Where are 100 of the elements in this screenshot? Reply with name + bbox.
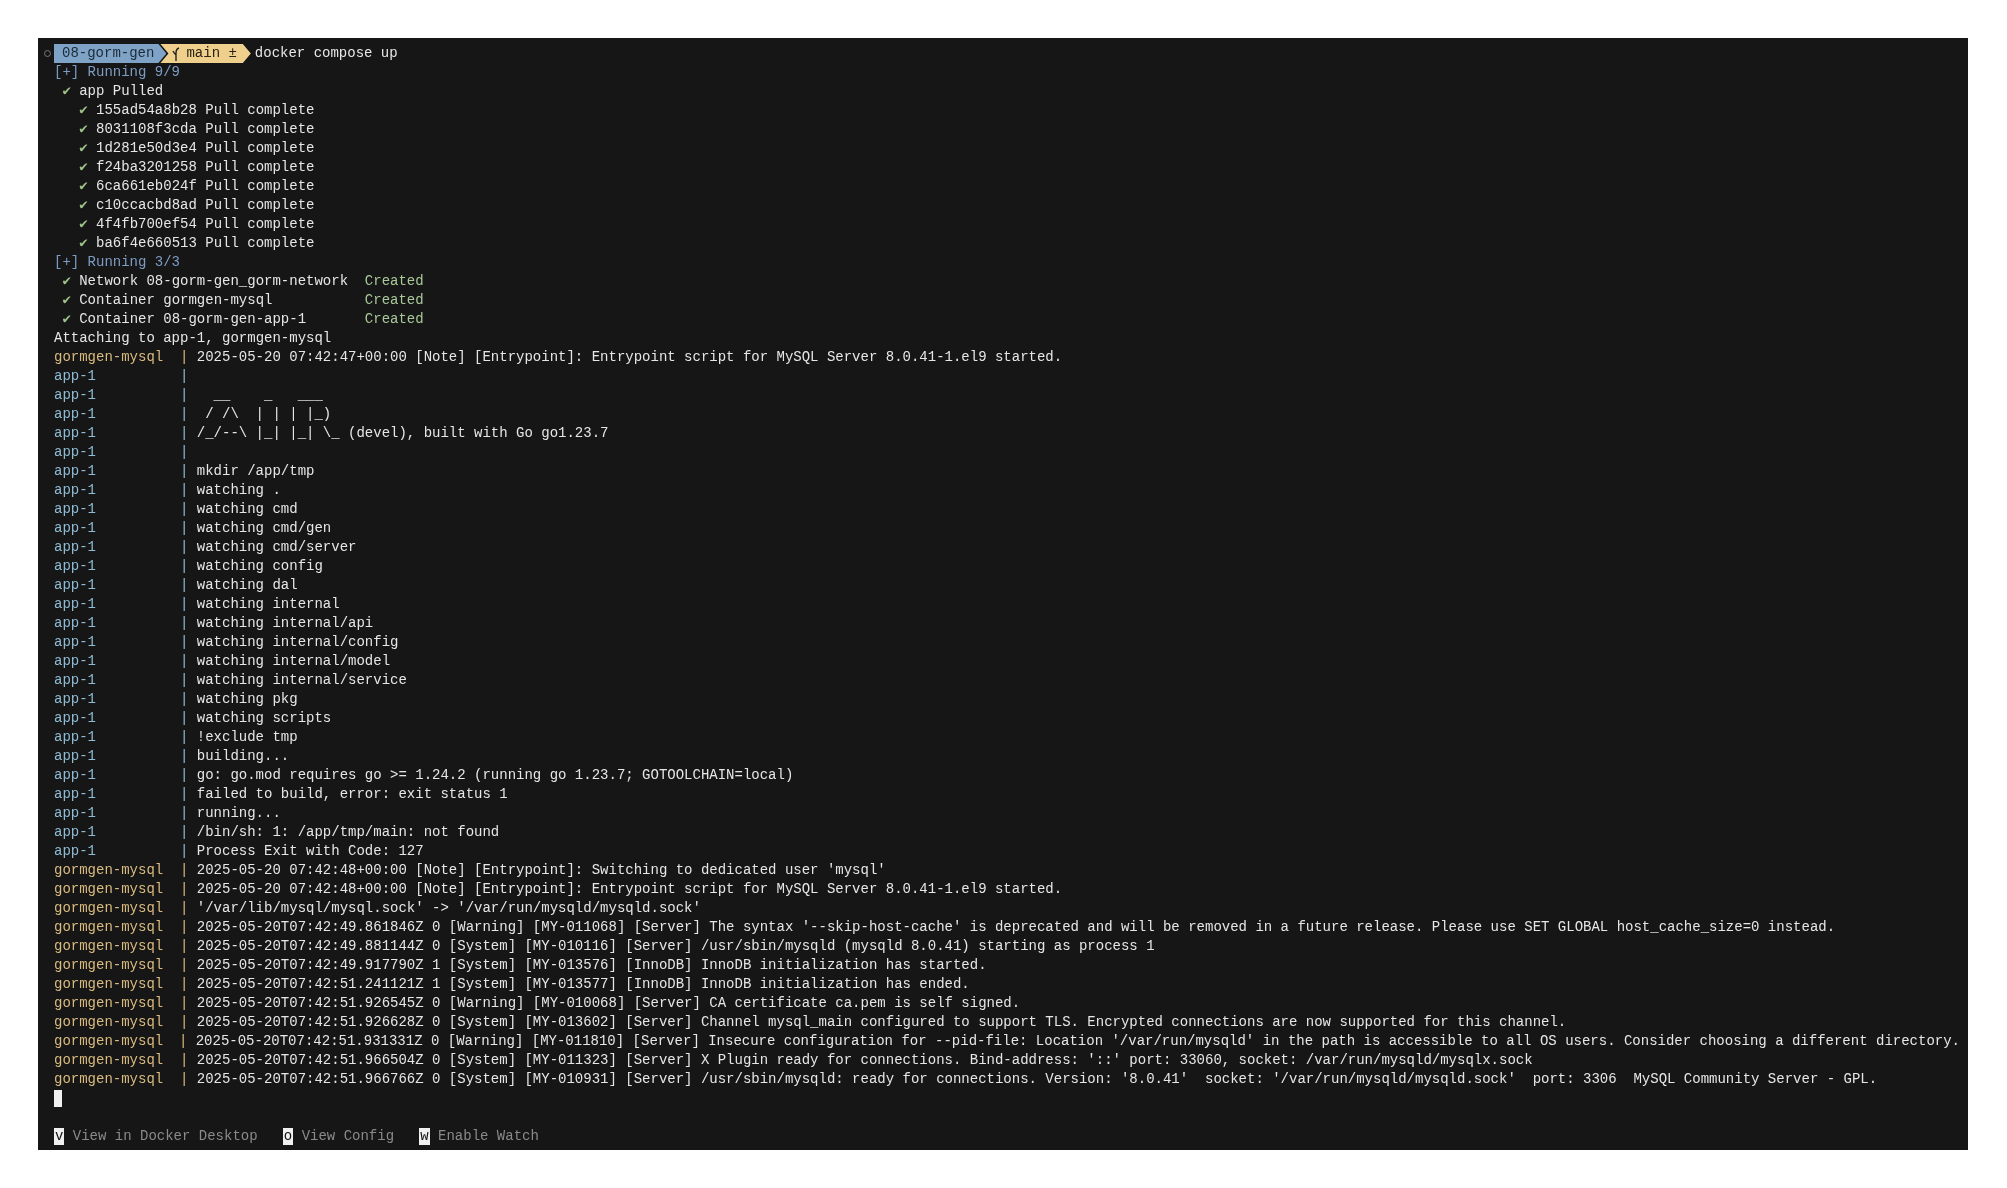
log-message: Process Exit with Code: 127 (196, 842, 424, 861)
progress-text: [+] Running 9/9 (54, 63, 181, 82)
log-message: / /\ | | | |_) (204, 405, 332, 424)
log-message: failed to build, error: exit status 1 (196, 785, 508, 804)
service-label: app-1 (54, 709, 97, 728)
log-separator: | (180, 519, 189, 538)
log-separator: | (180, 424, 189, 443)
log-message: watching config (196, 557, 323, 576)
service-label: gormgen-mysql (54, 348, 165, 367)
status-label: Created (364, 272, 424, 291)
log-message: watching internal/api (196, 614, 374, 633)
check-icon: ✔ (79, 234, 88, 253)
service-label: app-1 (54, 557, 97, 576)
check-icon: ✔ (79, 120, 88, 139)
log-separator: | (180, 956, 189, 975)
log-separator: | (180, 671, 189, 690)
log-separator: | (180, 861, 189, 880)
status-text: Network 08-gorm-gen_gorm-network (79, 272, 350, 291)
shortcut-key: v (54, 1128, 65, 1145)
log-separator: | (180, 1051, 189, 1070)
service-label: gormgen-mysql (54, 1070, 165, 1089)
shortcut-label: View Config (301, 1127, 395, 1146)
service-label: app-1 (54, 500, 97, 519)
service-label: app-1 (54, 595, 97, 614)
log-message: watching cmd/server (196, 538, 357, 557)
service-label: app-1 (54, 785, 97, 804)
service-label: app-1 (54, 652, 97, 671)
service-label: app-1 (54, 386, 97, 405)
check-icon: ✔ (79, 158, 88, 177)
log-message: running... (196, 804, 281, 823)
check-icon: ✔ (62, 82, 71, 101)
log-separator: | (180, 614, 189, 633)
service-label: gormgen-mysql (54, 994, 165, 1013)
log-message: watching pkg (196, 690, 298, 709)
log-separator: | (180, 443, 189, 462)
service-label: app-1 (54, 462, 97, 481)
status-text: Container 08-gorm-gen-app-1 (79, 310, 308, 329)
service-label: app-1 (54, 576, 97, 595)
log-message: 2025-05-20T07:42:51.931331Z 0 [Warning] [MY-011810] [Server] Insecure configuration for --pid-file: Location '/var/run/mysqld' in the path is accessible to all OS users. Consider choosing a different directory. (195, 1032, 1960, 1051)
git-branch-segment: main ± (160, 44, 251, 63)
service-label: gormgen-mysql (54, 861, 165, 880)
check-icon: ✔ (62, 272, 71, 291)
progress-text: [+] Running 3/3 (54, 253, 181, 272)
log-message: '/var/lib/mysql/mysql.sock' -> '/var/run/mysqld/mysqld.sock' (196, 899, 701, 918)
log-message: watching cmd (196, 500, 298, 519)
service-label: app-1 (54, 633, 97, 652)
check-icon: ✔ (79, 101, 88, 120)
prompt-directory: 08-gorm-gen (54, 44, 167, 63)
service-label: gormgen-mysql (54, 956, 165, 975)
service-label: gormgen-mysql (54, 918, 165, 937)
service-label: app-1 (54, 728, 97, 747)
service-label: gormgen-mysql (54, 937, 165, 956)
log-message: watching . (196, 481, 281, 500)
log-separator: | (180, 481, 189, 500)
log-separator: | (180, 557, 189, 576)
service-label: gormgen-mysql (54, 880, 165, 899)
log-message: 2025-05-20 07:42:48+00:00 [Note] [Entrypoint]: Switching to dedicated user 'mysql' (196, 861, 886, 880)
log-message: watching internal/config (196, 633, 399, 652)
log-separator: | (180, 405, 189, 424)
log-message: watching dal (196, 576, 298, 595)
branch-icon (172, 46, 181, 61)
status-text: c10ccacbd8ad Pull complete (96, 196, 315, 215)
log-message: watching internal/service (196, 671, 407, 690)
log-message: !exclude tmp (196, 728, 298, 747)
log-separator: | (180, 462, 189, 481)
service-label: app-1 (54, 538, 97, 557)
log-message: mkdir /app/tmp (196, 462, 315, 481)
service-label: app-1 (54, 405, 97, 424)
log-separator: | (180, 500, 189, 519)
log-separator: | (180, 1070, 189, 1089)
service-label: app-1 (54, 671, 97, 690)
status-text: ba6f4e660513 Pull complete (96, 234, 315, 253)
service-label: app-1 (54, 443, 97, 462)
service-label: app-1 (54, 367, 97, 386)
log-separator: | (180, 576, 189, 595)
log-separator: | (180, 785, 189, 804)
status-text: 4f4fb700ef54 Pull complete (96, 215, 315, 234)
service-label: app-1 (54, 842, 97, 861)
log-message: 2025-05-20T07:42:51.241121Z 1 [System] [MY-013577] [InnoDB] InnoDB initialization has ended. (196, 975, 970, 994)
log-message: 2025-05-20 07:42:48+00:00 [Note] [Entrypoint]: Entrypoint script for MySQL Server 8.0.41-1.el9 started. (196, 880, 1063, 899)
service-label: gormgen-mysql (54, 1032, 165, 1051)
log-separator: | (180, 595, 189, 614)
log-message: building... (196, 747, 290, 766)
log-separator: | (180, 880, 189, 899)
log-separator: | (180, 804, 189, 823)
check-icon: ✔ (79, 215, 88, 234)
log-message: go: go.mod requires go >= 1.24.2 (running go 1.23.7; GOTOOLCHAIN=local) (196, 766, 794, 785)
log-separator: | (180, 709, 189, 728)
status-text: 1d281e50d3e4 Pull complete (96, 139, 315, 158)
service-label: app-1 (54, 804, 97, 823)
status-text: f24ba3201258 Pull complete (96, 158, 315, 177)
command-text: docker compose up (254, 44, 398, 63)
log-message: 2025-05-20T07:42:49.861846Z 0 [Warning] [MY-011068] [Server] The syntax '--skip-host-cache' is deprecated and will be removed in a future release. Please use SET GLOBAL host_cache_size=0 instead. (196, 918, 1836, 937)
log-message: 2025-05-20T07:42:51.926545Z 0 [Warning] [MY-010068] [Server] CA certificate ca.pem is self signed. (196, 994, 1021, 1013)
log-separator: | (180, 994, 189, 1013)
output-text: Attaching to app-1, gormgen-mysql (54, 329, 332, 348)
service-label: app-1 (54, 766, 97, 785)
log-separator: | (178, 1032, 188, 1051)
log-message: 2025-05-20T07:42:51.926628Z 0 [System] [MY-013602] [Server] Channel mysql_main configured to support TLS. Encrypted connections are now supported for this channel. (196, 1013, 1567, 1032)
service-label: app-1 (54, 481, 97, 500)
